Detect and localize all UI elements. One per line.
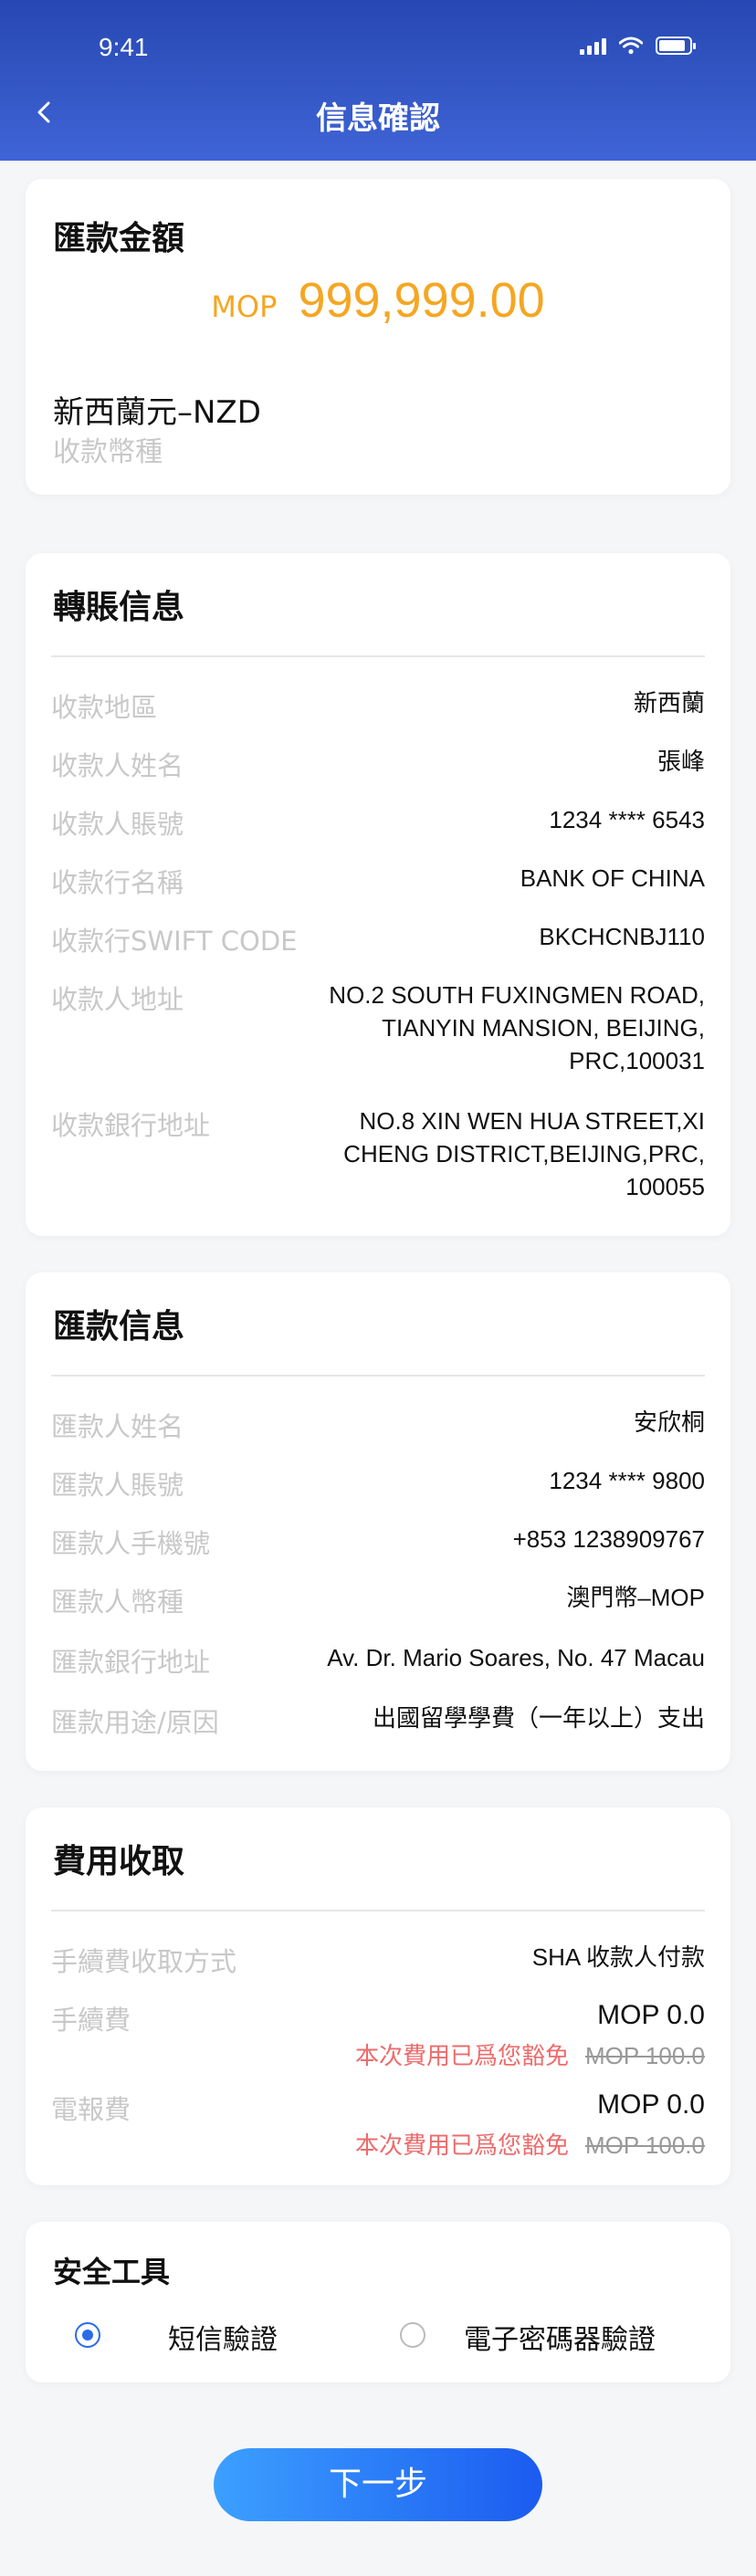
waiver-note: 本次費用已爲您豁免	[354, 2043, 569, 2070]
next-step-button[interactable]: 下一步	[214, 2448, 542, 2521]
remitter-info-title: 匯款信息	[53, 1308, 185, 1346]
waiver-note: 本次費用已爲您豁免	[354, 2132, 569, 2160]
address-line: NO.8 XIN WEN HUA STREET,XI	[359, 1107, 705, 1135]
token-verify-option[interactable]: 電子密碼器驗證	[400, 2313, 710, 2359]
fees-card: 費用收取 手續費收取方式 SHA 收款人付款 手續費 MOP 0.0 本次費用已…	[26, 1807, 730, 2185]
row-label: 手續費	[51, 2005, 131, 2036]
sms-verify-option[interactable]: 短信驗證	[75, 2313, 312, 2359]
row-label: 匯款人幣種	[51, 1586, 184, 1618]
row-value: BANK OF CHINA	[520, 864, 705, 892]
fee-waiver: 本次費用已爲您豁免 MOP 100.0	[355, 2127, 705, 2161]
row-value: 新西蘭	[633, 689, 705, 717]
row-value: SHA 收款人付款	[531, 1943, 705, 1971]
address-line: PRC,100031	[569, 1047, 705, 1074]
row-label: 手續費收取方式	[51, 1946, 237, 1977]
status-icons	[580, 37, 696, 55]
page-title: 信息確認	[316, 100, 440, 137]
row-label: 收款人地址	[51, 984, 184, 1015]
original-fee: MOP 100.0	[584, 2131, 705, 2159]
row-label: 匯款銀行地址	[51, 1647, 211, 1678]
option-label: 電子密碼器驗證	[464, 2324, 656, 2356]
row-label: 收款銀行地址	[51, 1110, 211, 1141]
row-value: MOP 0.0	[597, 2089, 705, 2120]
row-value: 澳門幣–MOP	[566, 1584, 705, 1611]
divider	[51, 1910, 705, 1911]
fees-title: 費用收取	[53, 1843, 185, 1880]
amount-display: MOP 999,999.00	[26, 272, 730, 329]
signal-icon	[580, 37, 606, 55]
original-fee: MOP 100.0	[584, 2042, 705, 2069]
row-label: 匯款人賬號	[51, 1470, 184, 1501]
app-header: 9:41 信息確認	[0, 0, 756, 161]
transfer-info-title: 轉賬信息	[53, 589, 185, 626]
receive-currency: 新西蘭元–NZD	[53, 394, 261, 431]
row-label: 收款人姓名	[51, 750, 184, 781]
row-value: 張峰	[656, 748, 705, 775]
row-label: 收款行SWIFT CODE	[51, 926, 298, 957]
row-value: 1234 **** 9800	[549, 1467, 705, 1494]
row-value: NO.8 XIN WEN HUA STREET,XI CHENG DISTRIC…	[343, 1105, 705, 1203]
row-label: 電報費	[51, 2094, 131, 2125]
row-value: MOP 0.0	[597, 2000, 705, 2030]
row-label: 收款地區	[51, 692, 158, 723]
receive-currency-label: 收款幣種	[53, 436, 163, 468]
row-label: 收款人賬號	[51, 809, 184, 840]
row-value: NO.2 SOUTH FUXINGMEN ROAD, TIANYIN MANSI…	[329, 979, 705, 1077]
address-line: 100055	[625, 1173, 705, 1200]
amount-card: 匯款金額 MOP 999,999.00 新西蘭元–NZD 收款幣種	[26, 179, 730, 495]
row-value: 出國留學學費（一年以上）支出	[372, 1704, 705, 1732]
address-line: CHENG DISTRICT,BEIJING,PRC,	[343, 1140, 705, 1168]
row-value: 安欣桐	[633, 1408, 705, 1436]
row-label: 收款行名稱	[51, 867, 184, 898]
remitter-info-card: 匯款信息 匯款人姓名 安欣桐 匯款人賬號 1234 **** 9800 匯款人手…	[26, 1272, 730, 1771]
security-card: 安全工具 短信驗證 電子密碼器驗證	[26, 2222, 730, 2382]
fee-waiver: 本次費用已爲您豁免 MOP 100.0	[355, 2037, 705, 2071]
address-line: NO.2 SOUTH FUXINGMEN ROAD,	[329, 981, 705, 1009]
row-value: BKCHCNBJ110	[539, 923, 705, 950]
divider	[51, 1375, 705, 1377]
radio-selected-icon	[75, 2322, 100, 2348]
amount-value: 999,999.00	[298, 273, 545, 328]
battery-icon	[656, 37, 696, 55]
divider	[51, 655, 705, 657]
row-value: +853 1238909767	[512, 1525, 705, 1553]
row-value: Av. Dr. Mario Soares, No. 47 Macau	[327, 1644, 705, 1671]
option-label: 短信驗證	[168, 2324, 278, 2356]
amount-currency: MOP	[211, 289, 278, 324]
row-label: 匯款人姓名	[51, 1411, 184, 1442]
row-label: 匯款人手機號	[51, 1528, 211, 1559]
radio-unselected-icon	[400, 2322, 425, 2348]
status-time: 9:41	[99, 33, 149, 61]
transfer-info-card: 轉賬信息 收款地區 新西蘭 收款人姓名 張峰 收款人賬號 1234 **** 6…	[26, 553, 730, 1236]
row-label: 匯款用途/原因	[51, 1707, 219, 1738]
security-title: 安全工具	[53, 2255, 171, 2289]
address-line: TIANYIN MANSION, BEIJING,	[382, 1014, 705, 1042]
row-value: 1234 **** 6543	[549, 806, 705, 833]
wifi-icon	[619, 37, 643, 55]
amount-card-title: 匯款金額	[53, 220, 185, 257]
